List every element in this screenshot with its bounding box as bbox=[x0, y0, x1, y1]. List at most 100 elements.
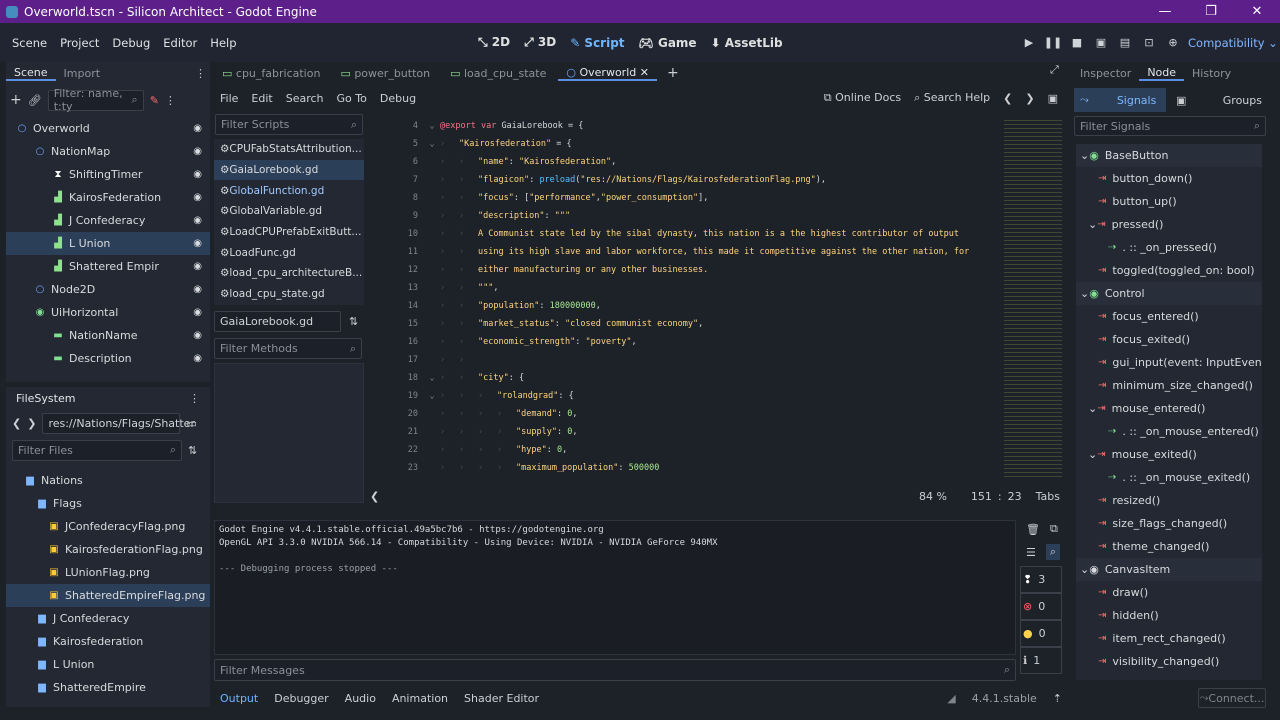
add-node-icon[interactable]: + bbox=[10, 92, 22, 108]
info-filter-icon[interactable]: ℹ bbox=[1023, 654, 1027, 667]
scene-menu-icon[interactable]: ⋮ bbox=[165, 94, 176, 107]
error-count[interactable]: 0 bbox=[1038, 600, 1045, 613]
dock-menu-icon[interactable]: ⋮ bbox=[195, 67, 206, 80]
minimap[interactable] bbox=[1004, 117, 1062, 477]
remote-debug-icon[interactable]: ▣ bbox=[1089, 36, 1113, 49]
signals-tab[interactable]: ⤳ Signals bbox=[1074, 88, 1166, 112]
scene-tree-node[interactable]: ○ Overworld ◉ bbox=[6, 117, 210, 140]
script-menu-edit[interactable]: Edit bbox=[251, 92, 272, 105]
signal-item[interactable]: ⌄ ⇥ pressed() bbox=[1076, 213, 1262, 236]
sort-methods-icon[interactable]: ⇅ bbox=[349, 315, 358, 328]
visibility-eye-icon[interactable]: ◉ bbox=[193, 146, 202, 157]
connect-button[interactable]: ⤳ Connect... bbox=[1198, 688, 1266, 708]
fold-arrow-icon[interactable]: ⌄ bbox=[424, 121, 440, 131]
scene-tree-node[interactable]: ◉ UiHorizontal ◉ bbox=[6, 301, 210, 324]
movie-icon[interactable]: ▤ bbox=[1113, 36, 1137, 49]
filter-files-input[interactable]: Filter Files ⌕ bbox=[12, 439, 182, 461]
signal-item[interactable]: ⇥ resized() bbox=[1076, 489, 1262, 512]
warning-count[interactable]: 0 bbox=[1039, 627, 1046, 640]
filesystem-item[interactable]: ▆ Kairosfederation bbox=[6, 630, 210, 653]
script-list-item[interactable]: ⚙ CPUFabStatsAttribution... bbox=[214, 139, 364, 160]
signal-item[interactable]: ⇥ item_rect_changed() bbox=[1076, 627, 1262, 650]
menu-project[interactable]: Project bbox=[60, 36, 99, 50]
filesystem-item[interactable]: ▆ Nations bbox=[6, 469, 210, 492]
distraction-free-icon[interactable]: ⤢ bbox=[1050, 63, 1059, 77]
signal-class-header[interactable]: ⌄ ◉ CanvasItem bbox=[1076, 558, 1262, 581]
script-menu-search[interactable]: Search bbox=[286, 92, 324, 105]
visibility-eye-icon[interactable]: ◉ bbox=[193, 169, 202, 180]
pin-panel-icon[interactable]: ⇡ bbox=[1053, 692, 1062, 705]
menu-editor[interactable]: Editor bbox=[163, 36, 197, 50]
warning-filter-icon[interactable]: ● bbox=[1023, 627, 1033, 640]
script-list-item[interactable]: ⚙ LoadCPUPrefabExitButt... bbox=[214, 222, 364, 243]
scene-tree-node[interactable]: ▟ L Union ◉ bbox=[6, 232, 210, 255]
filesystem-item[interactable]: ▣ JConfederacyFlag.png bbox=[6, 515, 210, 538]
filesystem-item[interactable]: ▣ ShatteredEmpireFlag.png bbox=[6, 584, 210, 607]
script-tab[interactable]: ▭ load_cpu_state bbox=[442, 67, 554, 80]
signal-item[interactable]: ⇥ visibility_changed() bbox=[1076, 650, 1262, 673]
pause-icon[interactable]: ❚❚ bbox=[1041, 36, 1065, 49]
filesystem-menu-icon[interactable]: ⋮ bbox=[189, 392, 200, 405]
scene-tree-node[interactable]: ▟ KairosFederation ◉ bbox=[6, 186, 210, 209]
script-list-item[interactable]: ⚙ GlobalVariable.gd bbox=[214, 201, 364, 222]
search-output-icon[interactable]: ⌕ bbox=[1045, 544, 1061, 560]
signal-item[interactable]: ⇥ focus_exited() bbox=[1076, 328, 1262, 351]
signal-connection[interactable]: ⇢ . :: _on_pressed() bbox=[1076, 236, 1262, 259]
signal-item[interactable]: ⇥ theme_changed() bbox=[1076, 535, 1262, 558]
renderer-select[interactable]: Compatibility ⌄ bbox=[1188, 36, 1278, 50]
tab-scene[interactable]: Scene bbox=[6, 66, 56, 81]
script-menu-goto[interactable]: Go To bbox=[337, 92, 367, 105]
signal-item[interactable]: ⇥ gui_input(event: InputEvent) bbox=[1076, 351, 1262, 374]
mode-script[interactable]: ✎ Script bbox=[570, 36, 624, 50]
bottom-tab-debugger[interactable]: Debugger bbox=[274, 692, 328, 705]
fold-arrow-icon[interactable]: ⌄ bbox=[424, 139, 440, 149]
play-scene-icon[interactable]: ⊡ bbox=[1137, 36, 1161, 49]
play-icon[interactable]: ▶ bbox=[1017, 36, 1041, 49]
signal-item[interactable]: ⇥ focus_entered() bbox=[1076, 305, 1262, 328]
filesystem-item[interactable]: ▣ KairosfederationFlag.png bbox=[6, 538, 210, 561]
bottom-tab-output[interactable]: Output bbox=[220, 692, 258, 705]
groups-tab[interactable]: Groups bbox=[1223, 94, 1262, 107]
menu-scene[interactable]: Scene bbox=[12, 36, 47, 50]
signal-connection[interactable]: ⇢ . :: _on_mouse_exited() bbox=[1076, 466, 1262, 489]
scene-tree-node[interactable]: ▟ Shattered Empir ◉ bbox=[6, 255, 210, 278]
scene-tree-node[interactable]: ▟ J Confederacy ◉ bbox=[6, 209, 210, 232]
mode-2d[interactable]: ⤡ 2D bbox=[478, 35, 510, 50]
bottom-tab-shader-editor[interactable]: Shader Editor bbox=[464, 692, 539, 705]
maximize-button[interactable]: ❐ bbox=[1188, 4, 1234, 19]
tab-history[interactable]: History bbox=[1184, 67, 1239, 80]
script-list-item[interactable]: ⚙ load_cpu_state.gd bbox=[214, 284, 364, 305]
filter-methods-input[interactable]: Filter Methods ⌕ bbox=[214, 338, 362, 359]
back-icon[interactable]: ❮ bbox=[12, 417, 21, 430]
error-filter-icon[interactable]: ⊗ bbox=[1023, 600, 1032, 613]
visibility-eye-icon[interactable]: ◉ bbox=[193, 123, 202, 134]
zoom-level[interactable]: 84 % bbox=[919, 490, 947, 503]
script-tab[interactable]: ▭ power_button bbox=[332, 67, 438, 80]
signal-item[interactable]: ⇥ hidden() bbox=[1076, 604, 1262, 627]
scene-tree-node[interactable]: ▬ NationName ◉ bbox=[6, 324, 210, 347]
mode-assetlib[interactable]: ⬇ AssetLib bbox=[711, 36, 783, 50]
mode-3d[interactable]: ⤢ 3D bbox=[524, 35, 556, 50]
tab-node[interactable]: Node bbox=[1139, 66, 1185, 81]
wrap-icon[interactable]: ☰ bbox=[1026, 546, 1036, 559]
script-menu-file[interactable]: File bbox=[220, 92, 238, 105]
visibility-eye-icon[interactable]: ◉ bbox=[193, 330, 202, 341]
code-editor[interactable]: 4 ⌄ @export var GaiaLorebook = {5 ⌄ › "Kairos… bbox=[366, 117, 1002, 483]
visibility-eye-icon[interactable]: ◉ bbox=[193, 192, 202, 203]
split-icon[interactable]: ▭ bbox=[186, 417, 196, 430]
forward-icon[interactable]: ❯ bbox=[27, 417, 36, 430]
filter-messages-input[interactable]: Filter Messages ⌕ bbox=[214, 659, 1016, 681]
filter-scripts-input[interactable]: Filter Scripts ⌕ bbox=[215, 114, 363, 135]
visibility-eye-icon[interactable]: ◉ bbox=[193, 215, 202, 226]
play-custom-icon[interactable]: ⊕ bbox=[1161, 36, 1185, 49]
signal-class-header[interactable]: ⌄ ◉ BaseButton bbox=[1076, 144, 1262, 167]
visibility-eye-icon[interactable]: ◉ bbox=[193, 261, 202, 272]
prev-script-icon[interactable]: ❮ bbox=[1003, 92, 1012, 105]
tab-import[interactable]: Import bbox=[56, 67, 109, 80]
message-filter-icon[interactable]: ❢ bbox=[1023, 573, 1032, 586]
filesystem-item[interactable]: ▆ Flags bbox=[6, 492, 210, 515]
scene-tree-node[interactable]: ▬ Description ◉ bbox=[6, 347, 210, 370]
visibility-eye-icon[interactable]: ◉ bbox=[193, 307, 202, 318]
signal-item[interactable]: ⇥ size_flags_changed() bbox=[1076, 512, 1262, 535]
new-tab-icon[interactable]: + bbox=[667, 65, 679, 81]
